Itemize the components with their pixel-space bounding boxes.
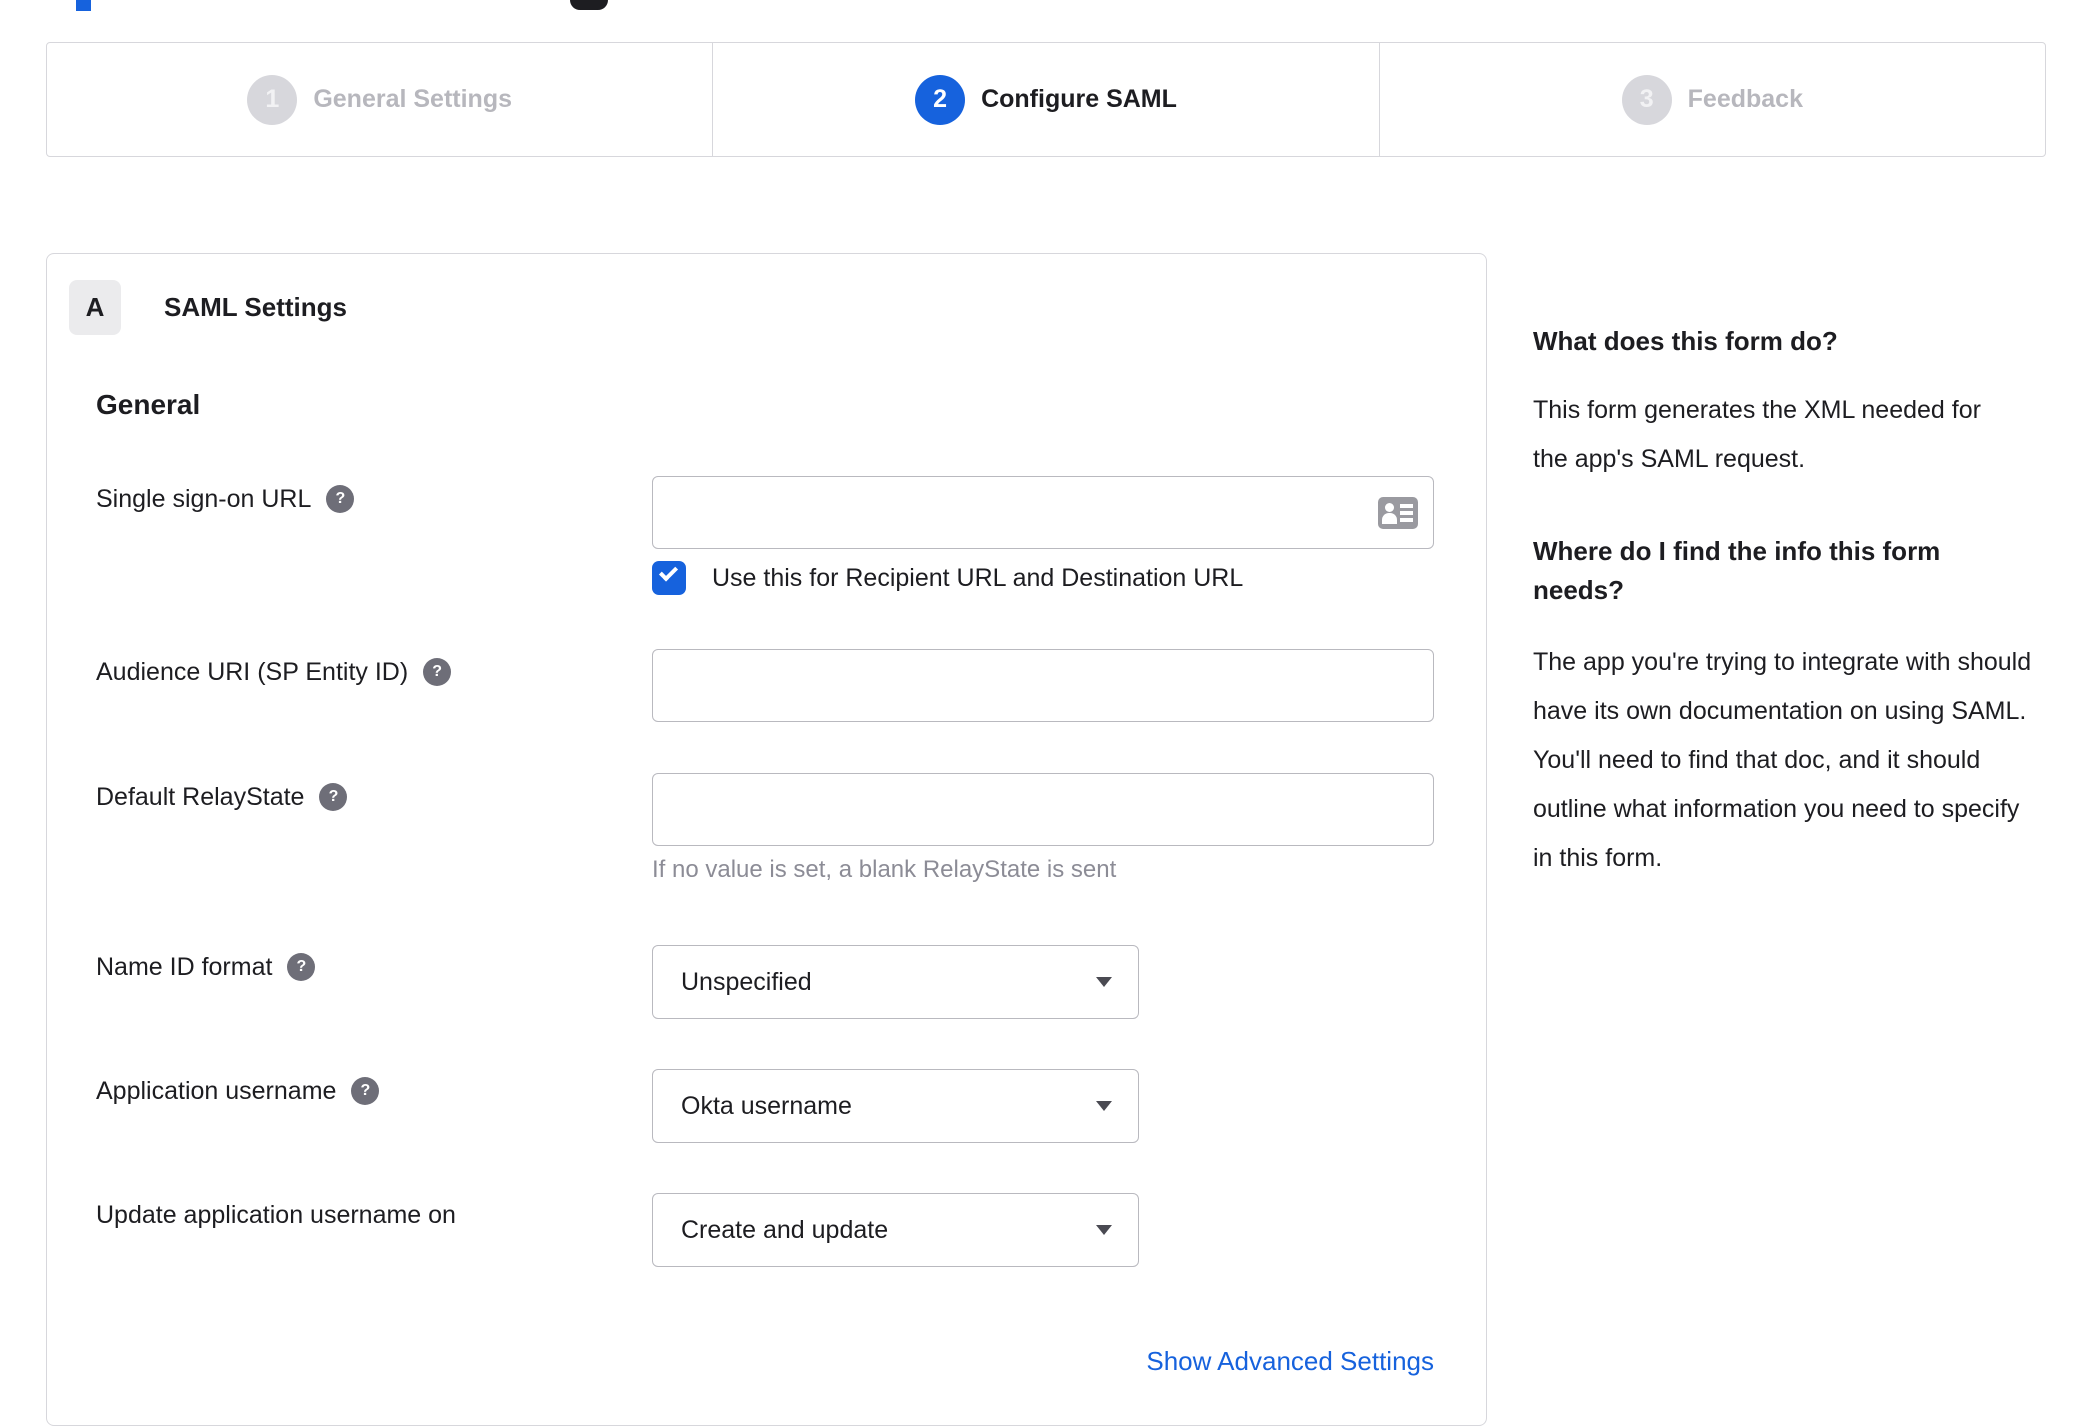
sidebar-question-2-title: Where do I find the info this form needs… bbox=[1533, 536, 1941, 605]
step-label: General Settings bbox=[313, 85, 512, 113]
relaystate-label-row: Default RelayState ? bbox=[96, 780, 348, 814]
chevron-down-icon bbox=[1096, 1101, 1112, 1111]
saml-setup-screen: 1 General Settings 2 Configure SAML 3 Fe… bbox=[0, 0, 2092, 1426]
sso-url-input[interactable] bbox=[652, 476, 1434, 549]
step-number-badge: 3 bbox=[1621, 74, 1672, 125]
step-number-badge: 2 bbox=[915, 74, 966, 125]
sidebar-question-2-body: The app you're trying to integrate with … bbox=[1533, 648, 2032, 872]
sso-url-input-wrap bbox=[652, 476, 1434, 549]
contact-card-icon bbox=[1378, 496, 1418, 529]
step-feedback[interactable]: 3 Feedback bbox=[1378, 43, 2045, 156]
help-icon[interactable]: ? bbox=[287, 953, 316, 981]
step-label: Configure SAML bbox=[981, 85, 1177, 113]
relaystate-hint: If no value is set, a blank RelayState i… bbox=[652, 856, 1117, 883]
saml-settings-panel: A SAML Settings General Single sign-on U… bbox=[46, 253, 1487, 1426]
name-id-format-label: Name ID format bbox=[96, 952, 273, 981]
audience-uri-label-row: Audience URI (SP Entity ID) ? bbox=[96, 655, 452, 689]
audience-uri-input[interactable] bbox=[652, 649, 1434, 722]
step-configure-saml[interactable]: 2 Configure SAML bbox=[712, 43, 1378, 156]
sidebar-question-1-title: What does this form do? bbox=[1533, 326, 1838, 356]
step-label: Feedback bbox=[1687, 85, 1803, 113]
app-username-value: Okta username bbox=[681, 1091, 852, 1120]
help-icon[interactable]: ? bbox=[351, 1077, 380, 1105]
chevron-down-icon bbox=[1096, 1225, 1112, 1235]
help-icon[interactable]: ? bbox=[326, 485, 355, 513]
show-advanced-settings-link[interactable]: Show Advanced Settings bbox=[652, 1346, 1434, 1377]
sso-url-label: Single sign-on URL bbox=[96, 484, 312, 513]
checkmark-icon bbox=[658, 562, 679, 582]
app-username-select[interactable]: Okta username bbox=[652, 1069, 1139, 1143]
relaystate-input[interactable] bbox=[652, 773, 1434, 846]
chevron-down-icon bbox=[1096, 977, 1112, 987]
update-username-select[interactable]: Create and update bbox=[652, 1193, 1139, 1267]
help-icon[interactable]: ? bbox=[319, 783, 348, 811]
update-username-label-row: Update application username on bbox=[96, 1198, 456, 1232]
clipped-logo-fragment bbox=[76, 0, 91, 11]
wizard-stepper: 1 General Settings 2 Configure SAML 3 Fe… bbox=[46, 42, 2046, 157]
clipped-app-icon-fragment bbox=[570, 0, 608, 10]
general-section-heading: General bbox=[96, 389, 201, 420]
update-username-label: Update application username on bbox=[96, 1200, 456, 1229]
name-id-format-value: Unspecified bbox=[681, 967, 812, 996]
relaystate-label: Default RelayState bbox=[96, 782, 305, 811]
name-id-format-label-row: Name ID format ? bbox=[96, 950, 316, 984]
panel-title: SAML Settings bbox=[164, 292, 347, 322]
app-username-label: Application username bbox=[96, 1076, 337, 1105]
step-general-settings[interactable]: 1 General Settings bbox=[47, 43, 712, 156]
recipient-url-checkbox-label: Use this for Recipient URL and Destinati… bbox=[712, 563, 1244, 592]
audience-uri-label: Audience URI (SP Entity ID) bbox=[96, 657, 409, 686]
app-username-label-row: Application username ? bbox=[96, 1074, 380, 1108]
help-icon[interactable]: ? bbox=[423, 658, 452, 686]
section-a-badge: A bbox=[69, 280, 121, 335]
recipient-url-checkbox-row: Use this for Recipient URL and Destinati… bbox=[652, 561, 1243, 595]
recipient-url-checkbox[interactable] bbox=[652, 561, 686, 595]
panel-header: A SAML Settings bbox=[69, 280, 347, 335]
sso-url-label-row: Single sign-on URL ? bbox=[96, 482, 355, 516]
step-number-badge: 1 bbox=[247, 74, 298, 125]
update-username-value: Create and update bbox=[681, 1215, 889, 1244]
sidebar-question-1-body: This form generates the XML needed for t… bbox=[1533, 396, 1981, 473]
name-id-format-select[interactable]: Unspecified bbox=[652, 945, 1139, 1019]
